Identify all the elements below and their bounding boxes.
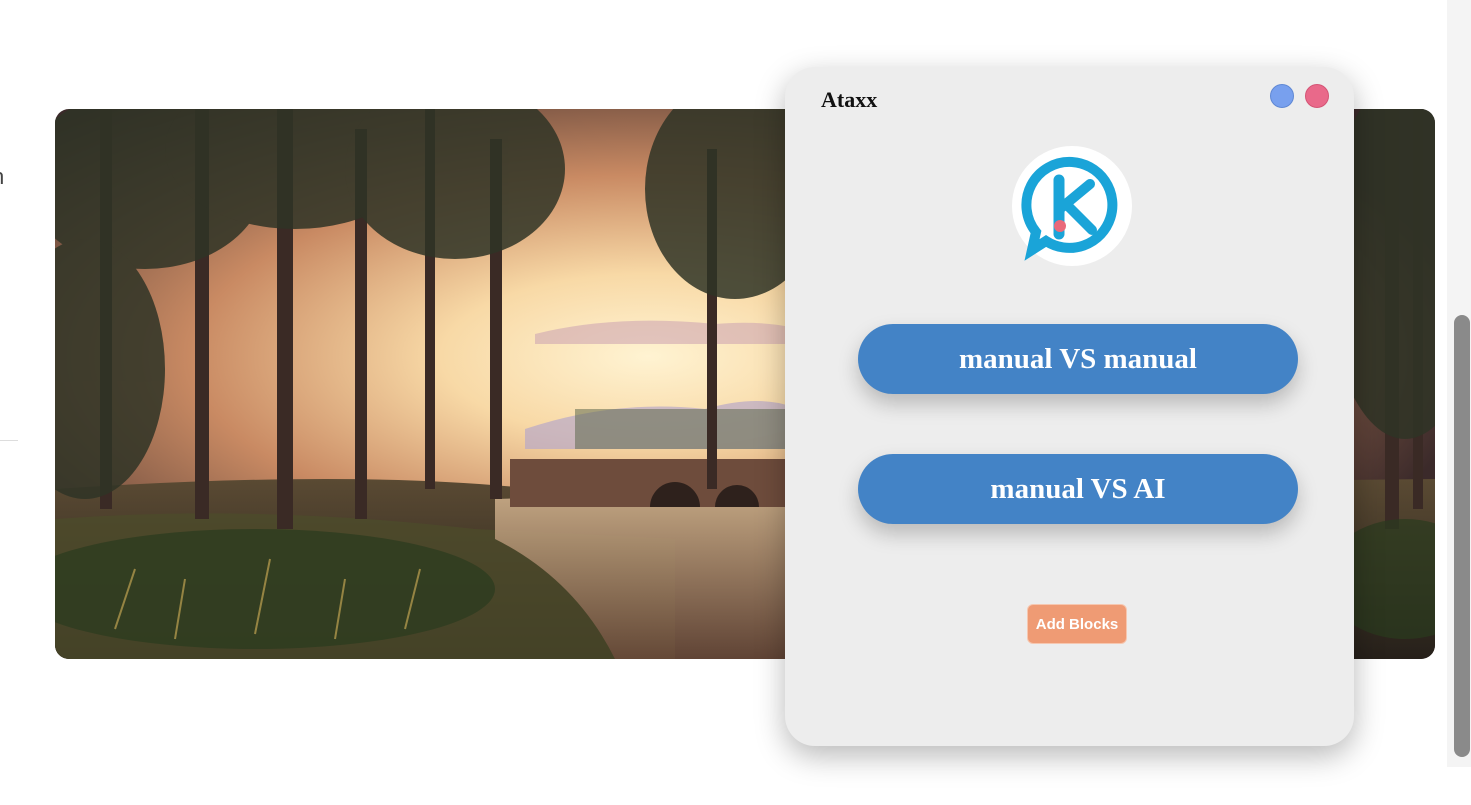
manual-vs-manual-button[interactable]: manual VS manual	[858, 324, 1298, 394]
manual-vs-ai-button[interactable]: manual VS AI	[858, 454, 1298, 524]
minimize-button[interactable]	[1270, 84, 1294, 108]
page-bottom	[0, 767, 1471, 805]
scrollbar-thumb[interactable]	[1454, 315, 1470, 757]
close-button[interactable]	[1305, 84, 1329, 108]
k-chat-logo-icon	[1012, 146, 1132, 266]
window-title: Ataxx	[821, 87, 878, 112]
divider	[0, 440, 18, 441]
clipped-page-text: n	[0, 164, 4, 190]
ataxx-window: Ataxx manual VS manual manual VS AI Add …	[785, 67, 1354, 746]
add-blocks-button[interactable]: Add Blocks	[1027, 604, 1127, 644]
